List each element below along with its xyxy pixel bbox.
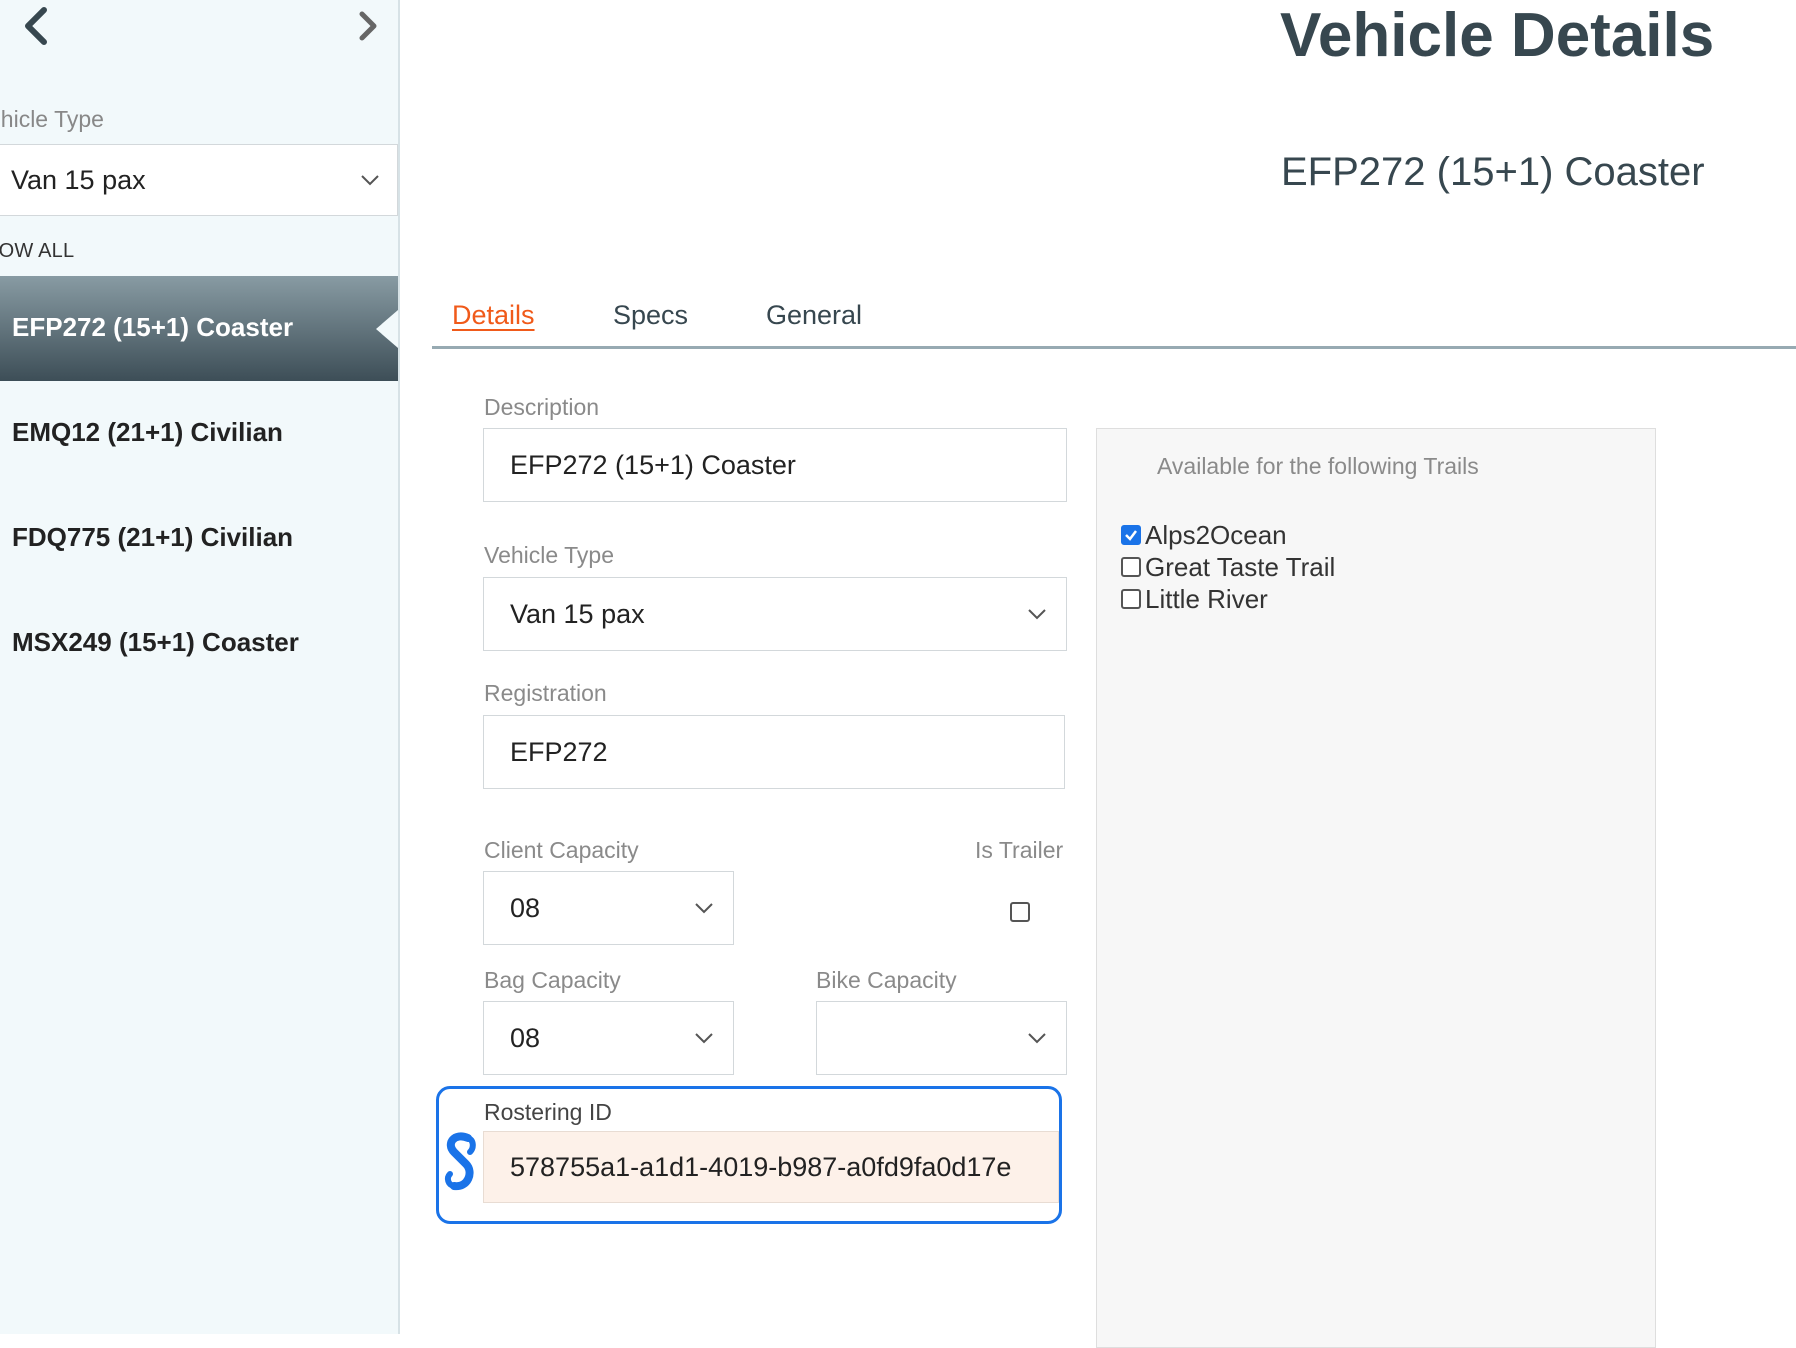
vehicle-heading: EFP272 (15+1) Coaster — [1281, 150, 1705, 194]
chevron-left-icon[interactable] — [16, 4, 56, 48]
vehicle-list-item[interactable]: EMQ12 (21+1) Civilian — [0, 381, 398, 486]
registration-field[interactable]: EFP272 — [483, 715, 1065, 789]
trail-label: Great Taste Trail — [1145, 551, 1336, 582]
tab-general[interactable]: General — [766, 300, 862, 331]
sidebar-vehicle-type-select[interactable]: Van 15 pax — [0, 144, 398, 216]
client-capacity-label: Client Capacity — [484, 837, 639, 863]
rostering-id-label: Rostering ID — [484, 1099, 612, 1125]
vehicle-type-select[interactable]: Van 15 pax — [483, 577, 1067, 651]
sidebar-vehicle-type-label: ehicle Type — [0, 106, 104, 132]
trail-option[interactable]: Alps2Ocean — [1121, 520, 1287, 550]
trail-label: Alps2Ocean — [1145, 519, 1287, 550]
trails-title: Available for the following Trails — [1157, 453, 1479, 479]
trail-checkbox[interactable] — [1121, 557, 1141, 577]
trail-option[interactable]: Little River — [1121, 584, 1268, 614]
show-all-link[interactable]: HOW ALL — [0, 240, 74, 263]
sidebar-vehicle-type-value: Van 15 pax — [11, 165, 146, 195]
bike-capacity-label: Bike Capacity — [816, 967, 957, 993]
chevron-down-icon — [695, 903, 713, 914]
trails-panel: Available for the following Trails Alps2… — [1096, 428, 1656, 1348]
bag-capacity-value: 08 — [510, 1022, 541, 1053]
description-value: EFP272 (15+1) Coaster — [510, 449, 796, 480]
bike-capacity-select[interactable] — [816, 1001, 1067, 1075]
trail-checkbox[interactable] — [1121, 525, 1141, 545]
is-trailer-checkbox[interactable] — [1010, 902, 1030, 922]
checkmark-icon — [1125, 530, 1137, 541]
bag-capacity-label: Bag Capacity — [484, 967, 621, 993]
vehicle-list-item[interactable]: FDQ775 (21+1) Civilian — [0, 486, 398, 591]
trail-checkbox[interactable] — [1121, 589, 1141, 609]
chevron-down-icon — [1028, 609, 1046, 620]
link-chain-icon[interactable] — [440, 1130, 480, 1196]
description-label: Description — [484, 394, 600, 420]
registration-value: EFP272 — [510, 736, 608, 767]
client-capacity-value: 08 — [510, 892, 541, 923]
tab-specs[interactable]: Specs — [613, 300, 688, 331]
registration-label: Registration — [484, 680, 607, 706]
rostering-id-value: 578755a1-a1d1-4019-b987-a0fd9fa0d17e — [510, 1151, 1012, 1182]
rostering-id-field[interactable]: 578755a1-a1d1-4019-b987-a0fd9fa0d17e — [483, 1131, 1059, 1203]
trail-label: Little River — [1145, 583, 1268, 614]
description-field[interactable]: EFP272 (15+1) Coaster — [483, 428, 1067, 502]
vehicle-sidebar: ehicle Type Van 15 pax HOW ALL EFP272 (1… — [0, 0, 400, 1334]
chevron-down-icon — [695, 1033, 713, 1044]
tab-details[interactable]: Details — [452, 300, 535, 331]
chevron-right-icon[interactable] — [348, 4, 388, 48]
tab-bar: Details Specs General — [432, 296, 1796, 349]
page-title: Vehicle Details — [1280, 1, 1715, 70]
vehicle-type-label: Vehicle Type — [484, 542, 615, 568]
chevron-down-icon — [361, 175, 379, 186]
client-capacity-select[interactable]: 08 — [483, 871, 734, 945]
chevron-down-icon — [1028, 1033, 1046, 1044]
vehicle-list-item[interactable]: EFP272 (15+1) Coaster — [0, 276, 398, 381]
bag-capacity-select[interactable]: 08 — [483, 1001, 734, 1075]
vehicle-list-item[interactable]: MSX249 (15+1) Coaster — [0, 591, 398, 696]
vehicle-type-value: Van 15 pax — [510, 598, 645, 629]
trail-option[interactable]: Great Taste Trail — [1121, 552, 1335, 582]
vehicle-list: EFP272 (15+1) Coaster EMQ12 (21+1) Civil… — [0, 276, 398, 696]
is-trailer-label: Is Trailer — [975, 837, 1064, 863]
